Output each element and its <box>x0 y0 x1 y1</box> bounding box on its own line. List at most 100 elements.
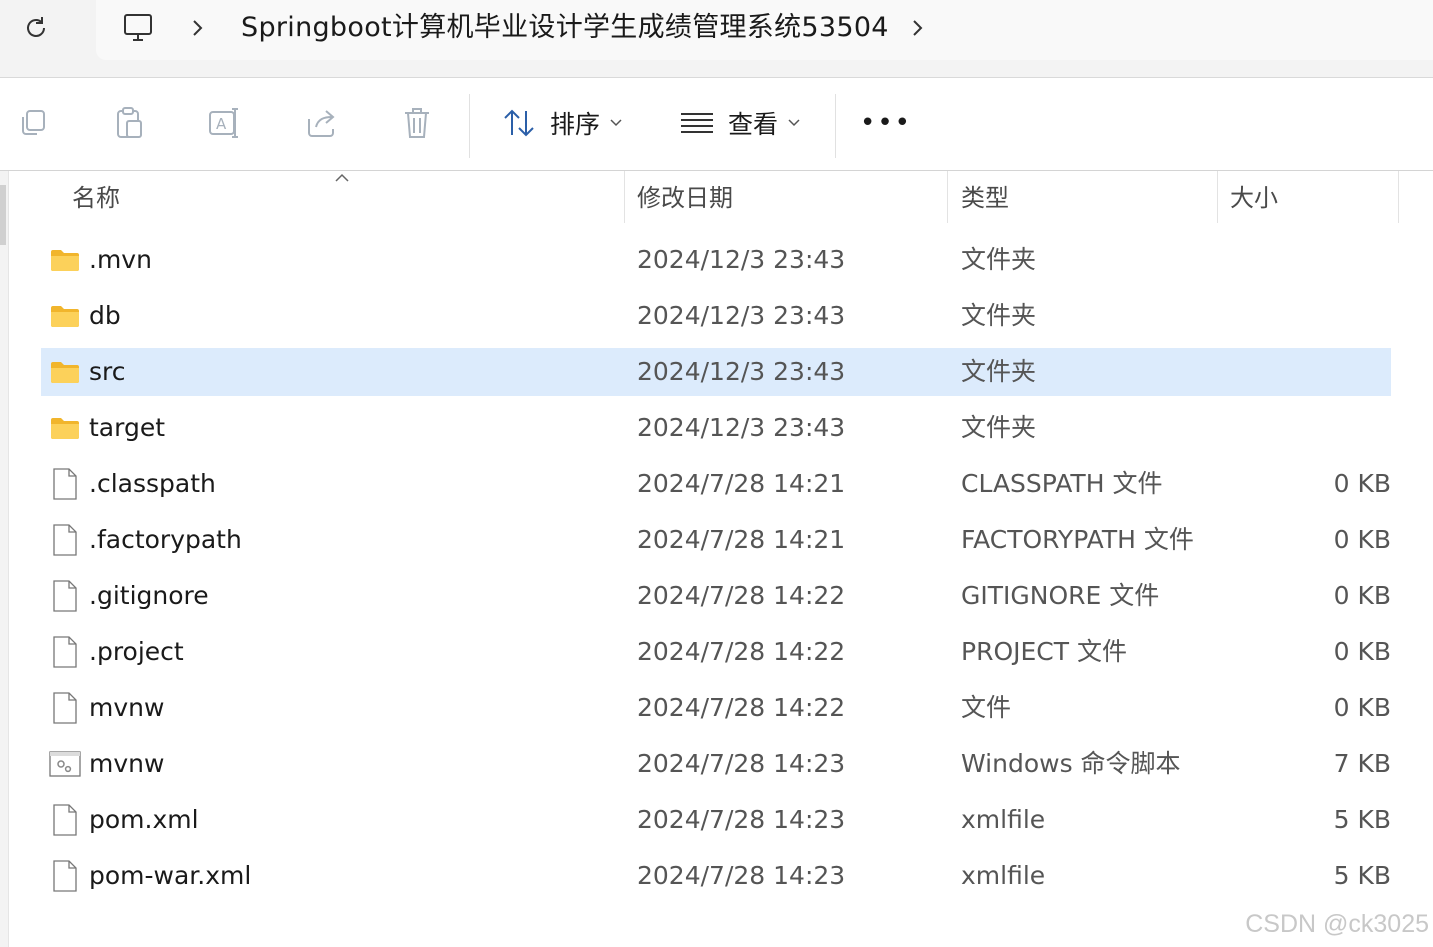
file-modified-date: 2024/12/3 23:43 <box>637 357 846 386</box>
rename-icon[interactable]: A <box>202 100 248 146</box>
file-size: 0 KB <box>1333 693 1391 722</box>
navigation-pane-edge <box>0 171 9 947</box>
column-header-size[interactable]: 大小 <box>1230 171 1278 223</box>
delete-icon[interactable] <box>394 100 440 146</box>
share-icon[interactable] <box>298 100 344 146</box>
folder-icon <box>49 244 81 276</box>
file-type: Windows 命令脚本 <box>961 749 1181 778</box>
view-dropdown[interactable]: 查看 <box>680 100 800 146</box>
file-row[interactable]: pom-war.xml 2024/7/28 14:23 xmlfile 5 KB <box>41 852 1391 900</box>
breadcrumb-folder[interactable]: Springboot计算机毕业设计学生成绩管理系统53504 <box>241 10 889 46</box>
file-row[interactable]: src 2024/12/3 23:43 文件夹 <box>41 348 1391 396</box>
file-name: .mvn <box>89 245 152 274</box>
file-row[interactable]: .classpath 2024/7/28 14:21 CLASSPATH 文件 0 K… <box>41 460 1391 508</box>
file-modified-date: 2024/12/3 23:43 <box>637 245 846 274</box>
column-divider[interactable] <box>624 171 625 223</box>
file-name: target <box>89 413 166 442</box>
command-bar: A 排序 查看 ••• <box>0 78 1433 171</box>
chevron-down-icon <box>610 119 622 127</box>
file-type: 文件夹 <box>961 301 1037 330</box>
file-size: 7 KB <box>1333 749 1391 778</box>
watermark: CSDN @ck3025 <box>1245 910 1429 938</box>
file-type: xmlfile <box>961 861 1046 890</box>
file-name: mvnw <box>89 693 165 722</box>
folder-icon <box>49 356 81 388</box>
column-divider[interactable] <box>1398 171 1399 223</box>
file-type: xmlfile <box>961 805 1046 834</box>
folder-icon <box>49 300 81 332</box>
script-icon <box>49 748 81 780</box>
file-name: db <box>89 301 121 330</box>
breadcrumb-chevron-icon[interactable] <box>187 14 207 42</box>
file-name: pom-war.xml <box>89 861 252 890</box>
file-icon <box>49 636 81 668</box>
file-size: 5 KB <box>1333 805 1391 834</box>
file-name: src <box>89 357 126 386</box>
file-row[interactable]: .mvn 2024/12/3 23:43 文件夹 <box>41 236 1391 284</box>
file-modified-date: 2024/7/28 14:23 <box>637 749 846 778</box>
file-row[interactable]: .gitignore 2024/7/28 14:22 GITIGNORE 文件 0 K… <box>41 572 1391 620</box>
file-icon <box>49 692 81 724</box>
scrollbar-thumb[interactable] <box>0 185 6 245</box>
file-modified-date: 2024/7/28 14:21 <box>637 469 846 498</box>
file-type: FACTORYPATH 文件 <box>961 525 1194 554</box>
file-type: 文件夹 <box>961 245 1037 274</box>
file-size: 0 KB <box>1333 525 1391 554</box>
file-row[interactable]: mvnw 2024/7/28 14:23 Windows 命令脚本 7 KB <box>41 740 1391 788</box>
chevron-down-icon <box>788 119 800 127</box>
column-divider[interactable] <box>947 171 948 223</box>
sort-ascending-icon <box>335 173 349 182</box>
file-size: 5 KB <box>1333 861 1391 890</box>
file-modified-date: 2024/12/3 23:43 <box>637 301 846 330</box>
file-name: pom.xml <box>89 805 199 834</box>
address-bar-area: Springboot计算机毕业设计学生成绩管理系统53504 <box>0 0 1433 78</box>
view-icon <box>681 113 713 133</box>
file-modified-date: 2024/7/28 14:23 <box>637 861 846 890</box>
column-header-name[interactable]: 名称 <box>72 171 120 223</box>
file-size: 0 KB <box>1333 469 1391 498</box>
file-row[interactable]: .factorypath 2024/7/28 14:21 FACTORYPATH 文… <box>41 516 1391 564</box>
toolbar-separator <box>469 94 470 158</box>
file-modified-date: 2024/7/28 14:22 <box>637 693 846 722</box>
breadcrumb-chevron-icon[interactable] <box>907 14 927 42</box>
file-size: 0 KB <box>1333 637 1391 666</box>
sort-dropdown[interactable]: 排序 <box>502 100 622 146</box>
file-type: PROJECT 文件 <box>961 637 1127 666</box>
file-type: GITIGNORE 文件 <box>961 581 1160 610</box>
file-modified-date: 2024/7/28 14:22 <box>637 637 846 666</box>
file-row[interactable]: .project 2024/7/28 14:22 PROJECT 文件 0 KB <box>41 628 1391 676</box>
file-name: .factorypath <box>89 525 242 554</box>
refresh-icon[interactable] <box>18 10 54 46</box>
toolbar-separator <box>835 94 836 158</box>
file-icon <box>49 804 81 836</box>
file-size: 0 KB <box>1333 581 1391 610</box>
file-row[interactable]: mvnw 2024/7/28 14:22 文件 0 KB <box>41 684 1391 732</box>
copy-icon[interactable] <box>10 100 56 146</box>
sort-label: 排序 <box>550 110 601 139</box>
sort-icon <box>504 109 534 137</box>
file-type: 文件夹 <box>961 413 1037 442</box>
file-name: mvnw <box>89 749 165 778</box>
column-header-modified[interactable]: 修改日期 <box>637 171 733 223</box>
file-modified-date: 2024/7/28 14:23 <box>637 805 846 834</box>
file-name: .project <box>89 637 184 666</box>
folder-icon <box>49 412 81 444</box>
file-name: .classpath <box>89 469 216 498</box>
file-row[interactable]: pom.xml 2024/7/28 14:23 xmlfile 5 KB <box>41 796 1391 844</box>
column-divider[interactable] <box>1217 171 1218 223</box>
file-type: 文件 <box>961 693 1012 722</box>
column-header-type[interactable]: 类型 <box>961 171 1009 223</box>
file-row[interactable]: target 2024/12/3 23:43 文件夹 <box>41 404 1391 452</box>
file-icon <box>49 524 81 556</box>
file-row[interactable]: db 2024/12/3 23:43 文件夹 <box>41 292 1391 340</box>
more-options-button[interactable]: ••• <box>860 100 910 146</box>
this-pc-icon[interactable] <box>120 10 156 46</box>
file-type: 文件夹 <box>961 357 1037 386</box>
file-modified-date: 2024/7/28 14:21 <box>637 525 846 554</box>
paste-icon[interactable] <box>106 100 152 146</box>
file-type: CLASSPATH 文件 <box>961 469 1163 498</box>
file-name: .gitignore <box>89 581 209 610</box>
file-icon <box>49 580 81 612</box>
file-icon <box>49 468 81 500</box>
file-icon <box>49 860 81 892</box>
